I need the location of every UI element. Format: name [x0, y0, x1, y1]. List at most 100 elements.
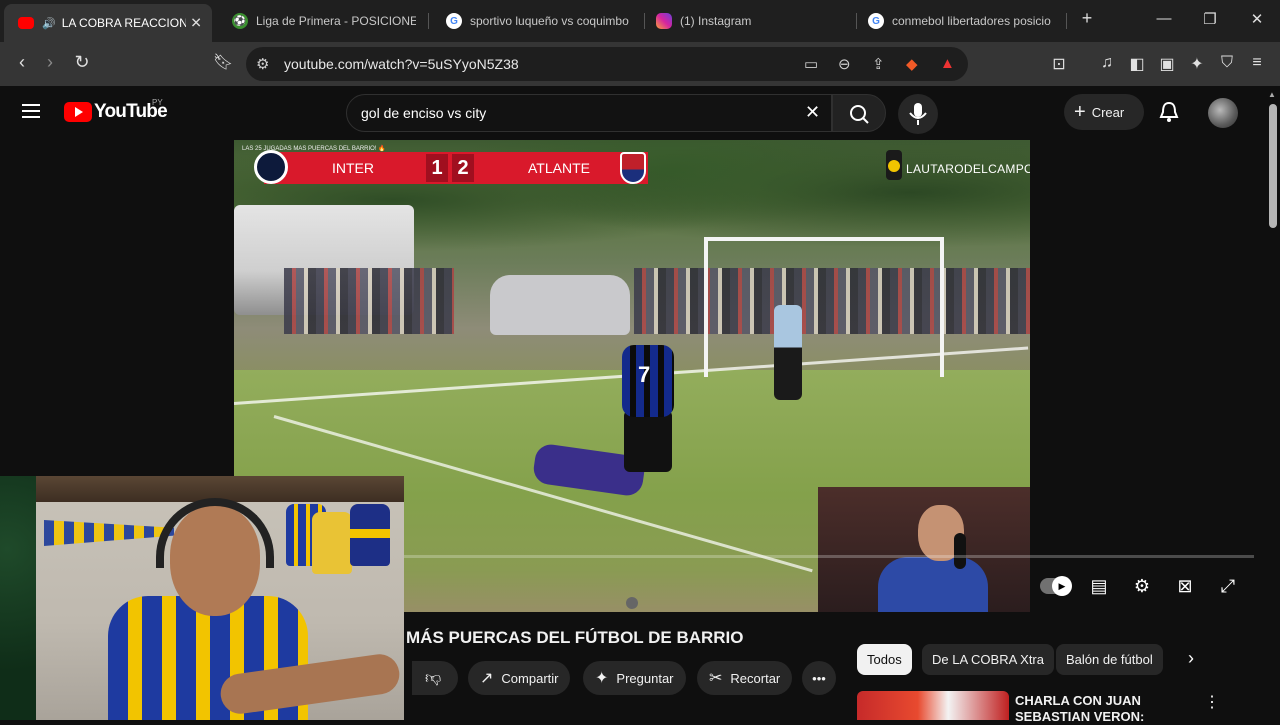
youtube-icon	[18, 17, 34, 29]
url-text[interactable]: youtube.com/watch?v=5uSYyoN5Z38	[284, 56, 519, 72]
kebab-menu-icon[interactable]: ⋮	[1204, 692, 1220, 712]
guide-menu-icon[interactable]	[22, 104, 40, 118]
player-number: 7	[638, 362, 651, 387]
vpn-icon[interactable]: ⛉	[1216, 54, 1238, 72]
recommendation-title[interactable]: CHARLA CON JUAN SEBASTIAN VERON:	[1015, 693, 1195, 725]
zoom-icon[interactable]: ⊖	[838, 55, 851, 73]
share-button[interactable]: ↗ Compartir	[468, 661, 571, 695]
browser-tab[interactable]: ⚽ Liga de Primera - POSICIONES	[218, 6, 424, 36]
player-shorts	[624, 410, 672, 472]
youtube-logo-icon[interactable]	[64, 102, 92, 122]
tab-title: sportivo luqueño vs coquimbo	[470, 14, 629, 28]
music-icon[interactable]: ♫	[1096, 54, 1118, 72]
close-tab-icon[interactable]: ✕	[190, 15, 202, 32]
christmas-tree	[0, 476, 36, 720]
cast-icon[interactable]: ▭	[804, 55, 818, 73]
video-title: MÁS PUERCAS DEL FÚTBOL DE BARRIO	[406, 628, 744, 647]
new-tab-button[interactable]: +	[1077, 8, 1097, 29]
google-icon: G	[446, 13, 462, 29]
fullscreen-icon[interactable]: ⤢	[1216, 576, 1240, 597]
scroll-up-icon[interactable]: ▲	[1268, 90, 1276, 99]
google-icon: G	[868, 13, 884, 29]
autoplay-toggle[interactable]	[1040, 576, 1072, 596]
chip-balon-de-futbol[interactable]: Balón de fútbol	[1056, 644, 1163, 675]
browser-tab[interactable]: (1) Instagram	[642, 6, 852, 36]
forward-icon[interactable]: ›	[38, 52, 62, 73]
more-actions-button[interactable]: •••	[802, 661, 836, 695]
bunting-flags	[44, 520, 174, 546]
chapter-marker[interactable]	[626, 597, 638, 609]
ask-label: Preguntar	[616, 670, 674, 686]
channel-watermark: LAUTARODELCAMPO	[906, 162, 1030, 176]
soccer-ball-icon: ⚽	[232, 13, 248, 29]
share-label: Compartir	[501, 670, 559, 686]
theater-mode-icon[interactable]: ⊠	[1173, 576, 1197, 597]
chevron-right-icon[interactable]: ›	[1188, 648, 1194, 669]
search-box[interactable]: gol de enciso vs city ✕	[346, 94, 832, 132]
thumbs-down-icon: 👎︎	[425, 669, 442, 687]
dislike-button[interactable]: 👎︎	[412, 661, 458, 695]
settings-icon[interactable]: ⚙	[1130, 576, 1154, 597]
reload-icon[interactable]: ↻	[70, 52, 94, 73]
more-icon: •••	[812, 670, 826, 686]
speaker-icon: 🔊	[42, 17, 56, 30]
bookmark-icon[interactable]: 🔖︎	[211, 52, 235, 72]
clip-button[interactable]: ✂ Recortar	[697, 661, 793, 695]
clear-search-icon[interactable]: ✕	[805, 102, 820, 123]
tab-title: (1) Instagram	[680, 14, 752, 28]
minimize-icon[interactable]: —	[1154, 10, 1174, 27]
address-bar[interactable]: ⚙ youtube.com/watch?v=5uSYyoN5Z38 ▭ ⊖ ⇪ …	[246, 47, 968, 81]
voice-search-button[interactable]	[898, 94, 938, 134]
share-page-icon[interactable]: ⇪	[872, 55, 885, 73]
tab-divider	[1066, 13, 1067, 29]
creator-shirt	[878, 557, 988, 612]
recommendation-thumbnail[interactable]	[857, 691, 1009, 720]
brave-rewards-icon[interactable]: ▲	[940, 55, 955, 72]
browser-tab-active[interactable]: 🔊 LA COBRA REACCIONA ✕	[4, 4, 212, 42]
hanging-jersey	[312, 512, 352, 574]
atlante-crest-icon	[620, 152, 646, 184]
tab-title: conmebol libertadores posicio	[892, 14, 1051, 28]
leo-ai-icon[interactable]: ✦	[1186, 54, 1208, 74]
away-team: ATLANTE	[528, 160, 590, 176]
menu-icon[interactable]: ≡	[1246, 54, 1268, 72]
sidebar-icon[interactable]: ◧	[1126, 54, 1148, 74]
goalkeeper	[774, 305, 802, 400]
progress-bar[interactable]	[404, 555, 1254, 558]
tab-title: Liga de Primera - POSICIONES	[256, 14, 416, 28]
subtitles-icon[interactable]: ▤	[1087, 576, 1111, 597]
goal-frame	[704, 237, 944, 377]
account-avatar[interactable]	[1208, 98, 1238, 128]
away-score: 2	[452, 154, 474, 182]
parked-car	[490, 275, 630, 335]
create-button[interactable]: + Crear	[1064, 94, 1144, 130]
instagram-icon	[656, 13, 672, 29]
sparkle-icon: ✦	[595, 670, 609, 687]
restore-icon[interactable]: ❐	[1200, 10, 1220, 28]
notifications-icon[interactable]	[1158, 100, 1180, 129]
search-icon	[850, 105, 869, 124]
browser-tab[interactable]: G conmebol libertadores posicio	[854, 6, 1064, 36]
chip-todos[interactable]: Todos	[857, 644, 912, 675]
close-window-icon[interactable]: ✕	[1247, 10, 1267, 28]
screenshot-icon[interactable]: ⊡	[1048, 54, 1070, 74]
search-button[interactable]	[832, 94, 886, 132]
country-code: PY	[152, 98, 163, 107]
clip-label: Recortar	[730, 670, 781, 686]
browser-tab[interactable]: G sportivo luqueño vs coquimbo	[432, 6, 642, 36]
scrollbar-thumb[interactable]	[1269, 104, 1277, 228]
creator-facecam	[818, 487, 1030, 612]
chip-la-cobra-xtra[interactable]: De LA COBRA Xtra	[922, 644, 1054, 675]
site-info-icon[interactable]: ⚙	[256, 55, 269, 73]
wallet-icon[interactable]: ▣	[1156, 54, 1178, 74]
browser-tab-strip: 🔊 LA COBRA REACCIONA ✕ ⚽ Liga de Primera…	[0, 0, 1280, 42]
hanging-jersey	[350, 504, 390, 566]
microphone	[954, 533, 966, 569]
back-icon[interactable]: ‹	[10, 52, 34, 73]
tab-title: LA COBRA REACCIONA	[61, 16, 186, 30]
spectators	[284, 268, 454, 334]
create-label: Crear	[1091, 104, 1125, 120]
brave-shield-icon[interactable]: ◆	[906, 55, 918, 73]
ask-button[interactable]: ✦ Preguntar	[583, 661, 686, 695]
search-input[interactable]: gol de enciso vs city	[361, 105, 486, 121]
